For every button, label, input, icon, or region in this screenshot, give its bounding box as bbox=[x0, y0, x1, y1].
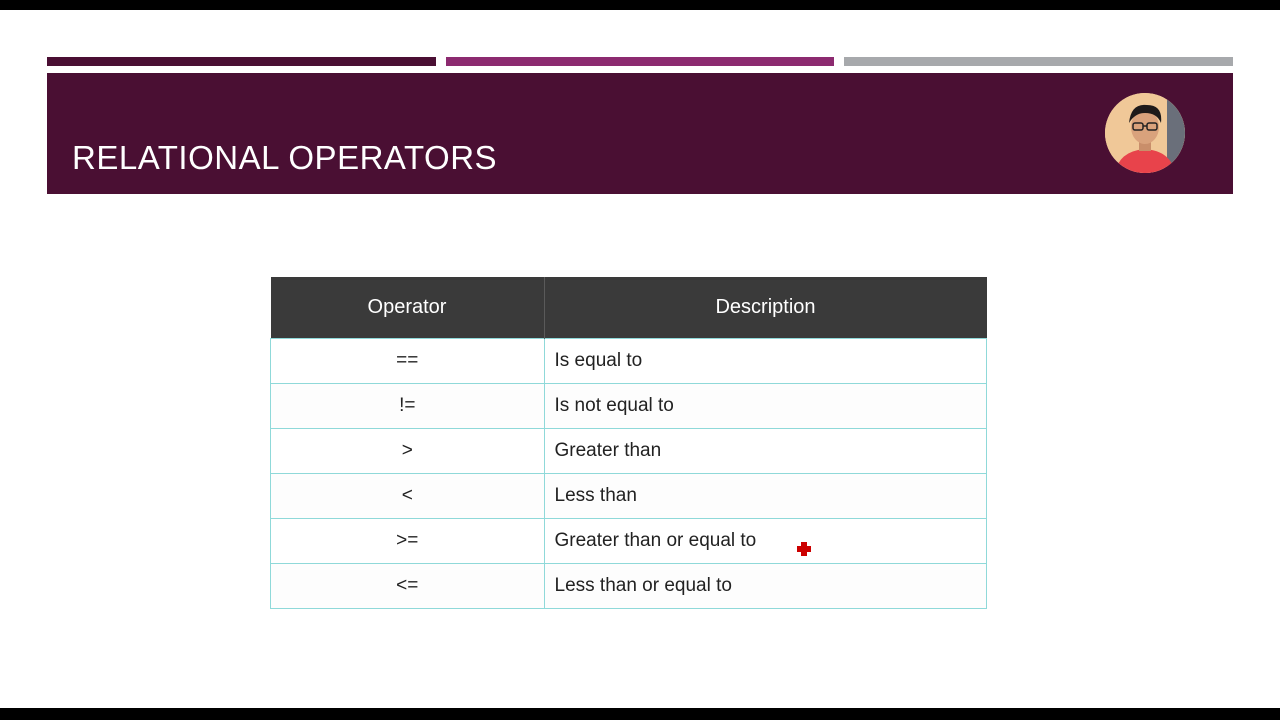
table-row: >= Greater than or equal to bbox=[270, 518, 987, 564]
description-cell: Greater than or equal to bbox=[543, 518, 987, 564]
table-row: <= Less than or equal to bbox=[270, 563, 987, 609]
header-description: Description bbox=[544, 277, 987, 339]
operator-cell: >= bbox=[270, 518, 545, 564]
description-cell: Less than bbox=[543, 473, 987, 519]
table-row: < Less than bbox=[270, 473, 987, 519]
description-cell: Is equal to bbox=[543, 338, 987, 384]
table-header-row: Operator Description bbox=[270, 277, 987, 339]
laser-pointer-icon bbox=[797, 542, 811, 556]
accent-bar-left bbox=[47, 57, 436, 66]
slide-title: RELATIONAL OPERATORS bbox=[72, 139, 498, 176]
operators-table: Operator Description == Is equal to != I… bbox=[270, 277, 987, 609]
table-row: != Is not equal to bbox=[270, 383, 987, 429]
description-cell: Less than or equal to bbox=[543, 563, 987, 609]
slide: RELATIONAL OPERATORS Operator Descriptio… bbox=[0, 10, 1280, 708]
accent-bar-right bbox=[844, 57, 1233, 66]
operator-cell: == bbox=[270, 338, 545, 384]
description-cell: Is not equal to bbox=[543, 383, 987, 429]
title-band: RELATIONAL OPERATORS bbox=[47, 73, 1233, 194]
header-operator: Operator bbox=[270, 277, 545, 339]
operator-cell: < bbox=[270, 473, 545, 519]
description-cell: Greater than bbox=[543, 428, 987, 474]
accent-bar-middle bbox=[446, 57, 834, 66]
operator-cell: > bbox=[270, 428, 545, 474]
table-row: == Is equal to bbox=[270, 338, 987, 384]
table-row: > Greater than bbox=[270, 428, 987, 474]
operator-cell: <= bbox=[270, 563, 545, 609]
presenter-avatar-icon bbox=[1105, 93, 1185, 173]
operator-cell: != bbox=[270, 383, 545, 429]
